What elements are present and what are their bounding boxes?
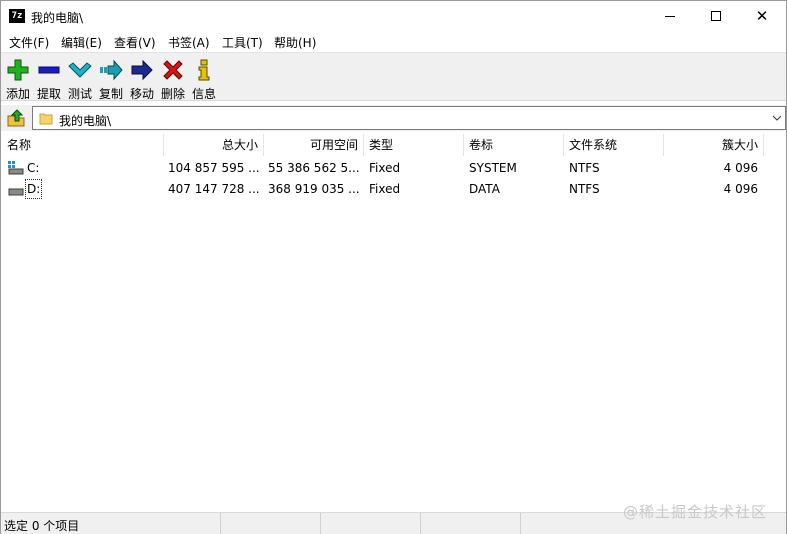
- maximize-icon: [711, 11, 721, 21]
- delete-icon: [163, 60, 183, 80]
- app-window: 7z 我的电脑\ ✕ 文件(F) 编辑(E) 查看(V) 书签(A) 工具(T)…: [0, 0, 787, 534]
- volume-label-cell: SYSTEM: [469, 161, 517, 175]
- drive-name: D:: [24, 179, 43, 199]
- move-label: 移动: [129, 87, 154, 101]
- up-folder-icon: [7, 109, 25, 127]
- menu-help[interactable]: 帮助(H): [274, 34, 316, 51]
- menu-view[interactable]: 查看(V): [114, 34, 156, 51]
- table-row[interactable]: C: 104 857 595 ... 55 386 562 5... Fixed…: [2, 158, 786, 178]
- app-icon: 7z: [9, 9, 25, 23]
- close-icon: ✕: [755, 6, 769, 25]
- status-segment: [221, 513, 321, 534]
- minimize-icon: [665, 15, 675, 17]
- column-header-type[interactable]: 类型: [364, 134, 464, 156]
- title-bar[interactable]: 7z 我的电脑\ ✕: [1, 1, 786, 31]
- info-icon: [198, 59, 210, 81]
- address-bar: 我的电脑\: [1, 105, 786, 131]
- move-icon: [131, 59, 153, 81]
- maximize-button[interactable]: [693, 1, 739, 31]
- type-cell: Fixed: [369, 161, 401, 175]
- status-segment-selection: 选定 0 个项目: [1, 513, 221, 534]
- copy-icon: [100, 59, 123, 81]
- close-button[interactable]: ✕: [739, 1, 785, 31]
- type-cell: Fixed: [369, 182, 401, 196]
- column-header-free-space[interactable]: 可用空间: [264, 134, 364, 156]
- status-segment: [321, 513, 421, 534]
- menu-file[interactable]: 文件(F): [9, 34, 49, 51]
- folder-icon: [39, 113, 53, 125]
- menu-tools[interactable]: 工具(T): [222, 34, 263, 51]
- extract-button[interactable]: 提取: [33, 56, 65, 101]
- test-icon: [68, 62, 92, 78]
- column-header-total-size[interactable]: 总大小: [164, 134, 264, 156]
- file-list[interactable]: 名称 总大小 可用空间 类型 卷标 文件系统 簇大小 C: 104 857 59…: [2, 134, 786, 509]
- free-space-cell: 368 919 035 ...: [268, 182, 360, 196]
- total-size-cell: 407 147 728 ...: [168, 182, 260, 196]
- delete-label: 删除: [160, 87, 185, 101]
- add-button[interactable]: 添加: [2, 56, 34, 101]
- status-segment: [421, 513, 521, 534]
- test-label: 测试: [67, 87, 92, 101]
- address-combobox[interactable]: 我的电脑\: [32, 106, 786, 130]
- column-header-name[interactable]: 名称: [2, 134, 164, 156]
- system-drive-icon: [8, 161, 24, 175]
- status-text: 选定 0 个项目: [4, 519, 80, 533]
- chevron-down-icon[interactable]: [771, 111, 783, 125]
- cluster-size-cell: 4 096: [723, 182, 758, 196]
- watermark: @稀土掘金技术社区: [623, 503, 768, 521]
- total-size-cell: 104 857 595 ...: [168, 161, 260, 175]
- toolbar: 添加 提取 测试 复制 移动 删除 信息: [1, 52, 786, 101]
- test-button[interactable]: 测试: [64, 56, 96, 101]
- copy-label: 复制: [98, 87, 123, 101]
- add-label: 添加: [5, 87, 30, 101]
- add-icon: [7, 59, 29, 81]
- column-header-file-system[interactable]: 文件系统: [564, 134, 664, 156]
- menu-bookmarks[interactable]: 书签(A): [168, 34, 210, 51]
- file-system-cell: NTFS: [569, 161, 600, 175]
- file-system-cell: NTFS: [569, 182, 600, 196]
- minimize-button[interactable]: [647, 1, 693, 31]
- copy-button[interactable]: 复制: [95, 56, 127, 101]
- cluster-size-cell: 4 096: [723, 161, 758, 175]
- volume-label-cell: DATA: [469, 182, 500, 196]
- move-button[interactable]: 移动: [126, 56, 158, 101]
- up-folder-button[interactable]: [5, 107, 27, 129]
- drive-name: C:: [27, 161, 40, 175]
- window-title: 我的电脑\: [31, 11, 84, 25]
- table-row[interactable]: D: 407 147 728 ... 368 919 035 ... Fixed…: [2, 179, 786, 199]
- extract-label: 提取: [36, 87, 61, 101]
- info-label: 信息: [191, 87, 216, 101]
- address-path: 我的电脑\: [59, 114, 112, 128]
- hard-drive-icon: [8, 188, 24, 196]
- menu-edit[interactable]: 编辑(E): [61, 34, 102, 51]
- free-space-cell: 55 386 562 5...: [268, 161, 360, 175]
- menu-bar: 文件(F) 编辑(E) 查看(V) 书签(A) 工具(T) 帮助(H): [1, 31, 786, 51]
- delete-button[interactable]: 删除: [157, 56, 189, 101]
- info-button[interactable]: 信息: [188, 56, 220, 101]
- extract-icon: [38, 66, 60, 74]
- list-header: 名称 总大小 可用空间 类型 卷标 文件系统 簇大小: [2, 134, 786, 156]
- column-header-cluster-size[interactable]: 簇大小: [664, 134, 764, 156]
- column-header-volume-label[interactable]: 卷标: [464, 134, 564, 156]
